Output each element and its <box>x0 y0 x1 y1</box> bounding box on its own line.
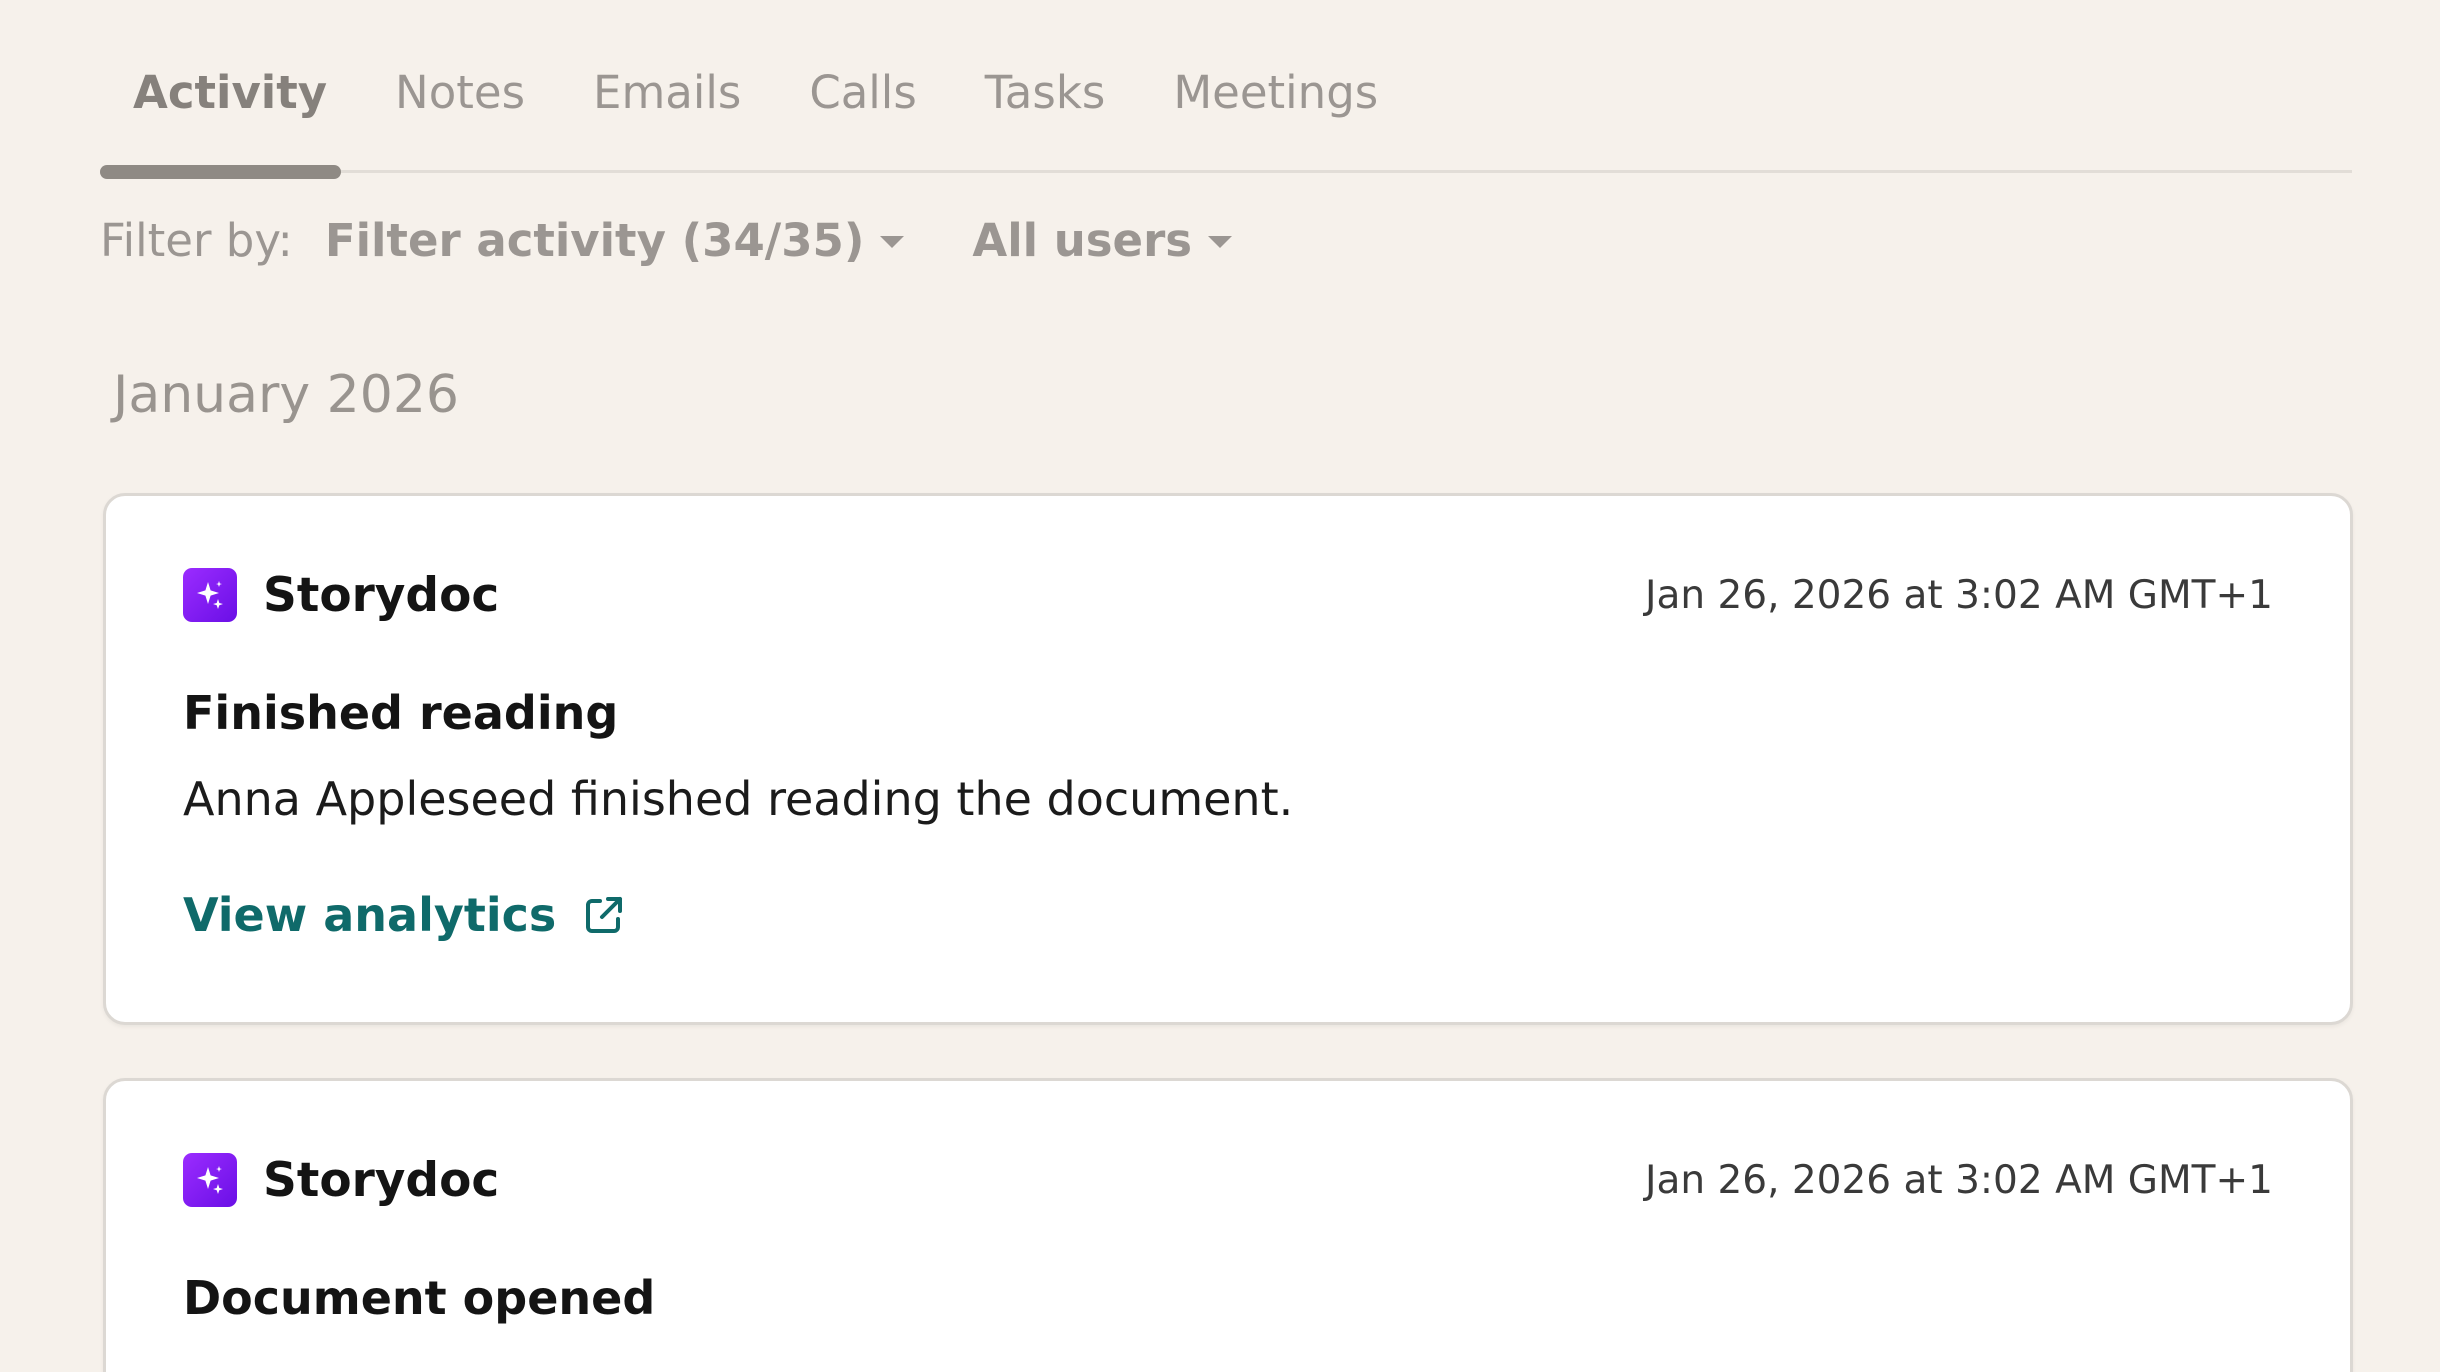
card-title: Finished reading <box>183 686 619 740</box>
filter-users-dropdown[interactable]: All users <box>972 213 1233 267</box>
view-analytics-link[interactable]: View analytics <box>183 888 626 942</box>
card-body: Anna Appleseed finished reading the docu… <box>183 772 1294 826</box>
tab-activity[interactable]: Activity <box>133 66 327 119</box>
active-tab-indicator <box>100 165 341 179</box>
view-analytics-label: View analytics <box>183 888 557 942</box>
timestamp: Jan 26, 2026 at 3:02 AM GMT+1 <box>1644 572 2273 618</box>
filter-activity-label: Filter activity (34/35) <box>324 213 865 267</box>
timestamp: Jan 26, 2026 at 3:02 AM GMT+1 <box>1644 1157 2273 1203</box>
filter-users-label: All users <box>972 213 1193 267</box>
activity-card: Storydoc Jan 26, 2026 at 3:02 AM GMT+1 D… <box>103 1078 2353 1372</box>
activity-page: Activity Notes Emails Calls Tasks Meetin… <box>0 0 2440 1372</box>
filter-bar: Filter by: Filter activity (34/35) All u… <box>100 205 1233 275</box>
activity-card: Storydoc Jan 26, 2026 at 3:02 AM GMT+1 F… <box>103 493 2353 1025</box>
app-name: Storydoc <box>263 567 500 623</box>
card-app: Storydoc <box>183 568 499 623</box>
card-app: Storydoc <box>183 1153 499 1208</box>
tab-tasks[interactable]: Tasks <box>985 66 1106 119</box>
external-link-icon <box>582 893 626 937</box>
month-heading: January 2026 <box>113 365 459 425</box>
card-header: Storydoc Jan 26, 2026 at 3:02 AM GMT+1 <box>183 1151 2273 1209</box>
card-header: Storydoc Jan 26, 2026 at 3:02 AM GMT+1 <box>183 566 2273 624</box>
tab-calls[interactable]: Calls <box>809 66 916 119</box>
tab-emails[interactable]: Emails <box>593 66 741 119</box>
tab-notes[interactable]: Notes <box>395 66 525 119</box>
card-title: Document opened <box>183 1271 656 1325</box>
filter-activity-dropdown[interactable]: Filter activity (34/35) <box>325 214 905 267</box>
caret-down-icon <box>1208 236 1233 248</box>
tab-track <box>100 170 2352 173</box>
activity-tabs: Activity Notes Emails Calls Tasks Meetin… <box>100 55 2352 179</box>
app-name: Storydoc <box>263 1152 500 1208</box>
tab-meetings[interactable]: Meetings <box>1173 66 1378 119</box>
filter-label: Filter by: <box>100 213 293 267</box>
caret-down-icon <box>880 236 905 248</box>
sparkle-icon <box>183 1153 237 1207</box>
sparkle-icon <box>183 568 237 622</box>
